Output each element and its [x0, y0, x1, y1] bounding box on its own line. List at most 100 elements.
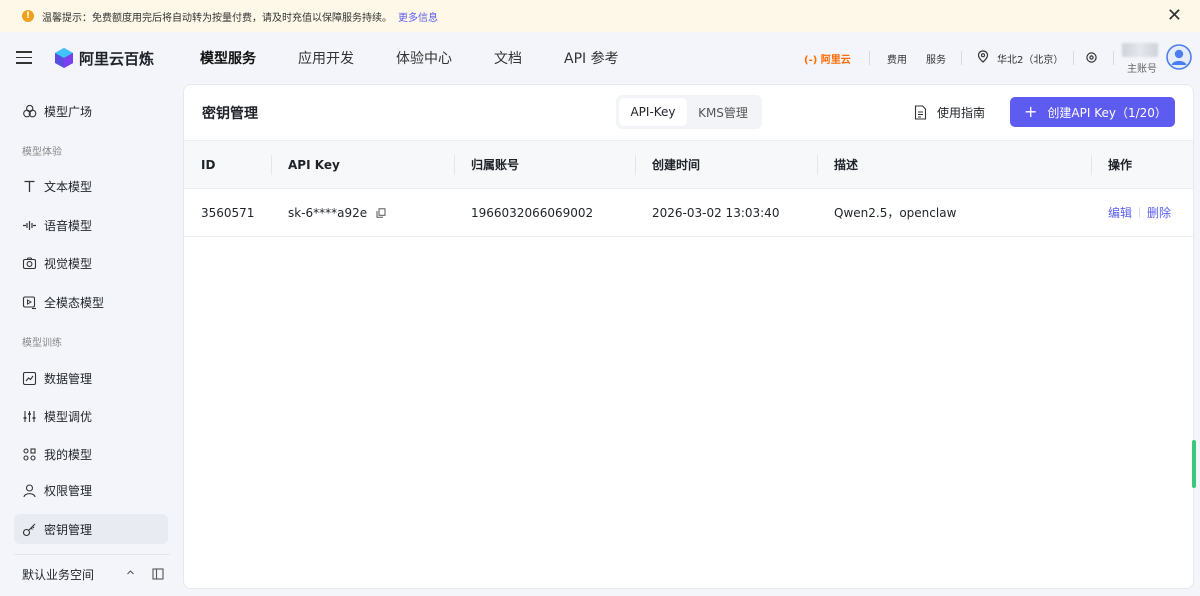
usage-guide-link[interactable]: 使用指南	[914, 104, 985, 121]
text-icon	[24, 180, 35, 192]
sidebar-item-data-management[interactable]: 数据管理	[14, 363, 168, 393]
copy-icon[interactable]	[376, 207, 386, 218]
divider	[1113, 51, 1114, 65]
api-key-value: sk-6****a92e	[288, 205, 368, 220]
avatar[interactable]	[1166, 44, 1192, 70]
column-header-description: 描述	[817, 140, 1091, 189]
sidebar-item-label: 权限管理	[44, 483, 93, 498]
divider	[961, 51, 962, 65]
billing-link[interactable]: 费用	[887, 51, 907, 66]
sidebar-item-model-tuning[interactable]: 模型调优	[14, 401, 168, 431]
sidebar-item-permissions[interactable]: 权限管理	[14, 475, 168, 505]
chart-icon	[22, 371, 37, 385]
sidebar-item-key-management[interactable]: 密钥管理	[14, 514, 168, 544]
key-management-panel: 密钥管理 API-Key KMS管理 使用指南 + 创建API Key（1/20…	[183, 84, 1194, 589]
account-type-label: 主账号	[1127, 64, 1157, 75]
edit-link[interactable]: 编辑	[1108, 206, 1132, 220]
sidebar-item-voice-model[interactable]: 语音模型	[14, 210, 168, 240]
aliyun-brand-text: 阿里云	[820, 55, 851, 66]
sidebar-group-experience: 模型体验	[22, 147, 62, 158]
table-row: 3560571 sk-6****a92e 1966032066069002 20…	[184, 188, 1193, 237]
grid-nodes-icon	[23, 447, 36, 461]
divider	[14, 554, 170, 555]
menu-icon[interactable]	[16, 51, 32, 64]
cell-api-key: sk-6****a92e	[271, 188, 454, 237]
region-selector[interactable]: 华北2（北京）	[997, 51, 1063, 66]
waveform-icon	[23, 220, 36, 230]
location-icon	[977, 50, 989, 63]
camera-icon	[22, 256, 37, 269]
sidebar-item-model-plaza[interactable]: 模型广场	[14, 96, 168, 126]
nav-app-dev[interactable]: 应用开发	[298, 48, 354, 68]
sidebar-item-label: 语音模型	[44, 218, 93, 233]
nav-api-reference[interactable]: API 参考	[564, 48, 619, 68]
divider	[869, 51, 870, 65]
sidebar-item-omni-model[interactable]: 全模态模型	[14, 287, 168, 317]
delete-link[interactable]: 删除	[1147, 206, 1171, 220]
sidebar-item-vision-model[interactable]: 视觉模型	[14, 248, 168, 278]
user-icon	[23, 483, 36, 497]
sidebar-group-training: 模型训练	[22, 338, 62, 349]
column-header-label: API Key	[288, 157, 340, 172]
nav-experience-center[interactable]: 体验中心	[396, 48, 452, 68]
column-header-label: 归属账号	[471, 158, 520, 172]
notice-text: 温馨提示：免费额度用完后将自动转为按量付费，请及时充值以保障服务持续。	[42, 12, 392, 24]
cell-description: Qwen2.5，openclaw	[817, 188, 1091, 237]
sidebar-item-label: 密钥管理	[44, 522, 93, 537]
cell-id: 3560571	[184, 188, 271, 237]
sidebar-item-my-models[interactable]: 我的模型	[14, 439, 168, 469]
warning-icon: !	[22, 10, 34, 22]
bailian-logo-icon	[55, 48, 73, 68]
divider	[1139, 207, 1141, 218]
tab-switcher: API-Key KMS管理	[616, 95, 762, 129]
page-title: 密钥管理	[202, 106, 258, 122]
chevron-up-icon[interactable]	[126, 568, 135, 577]
column-header-actions: 操作	[1091, 140, 1193, 189]
create-api-key-button[interactable]: + 创建API Key（1/20）	[1010, 97, 1175, 127]
column-header-id: ID	[184, 140, 271, 189]
tab-kms[interactable]: KMS管理	[687, 98, 759, 126]
logo-text[interactable]: 阿里云百炼	[79, 48, 154, 69]
column-header-api-key: API Key	[271, 140, 454, 189]
sidebar-item-label: 文本模型	[44, 179, 93, 194]
sliders-icon	[23, 410, 36, 422]
column-header-label: 操作	[1108, 158, 1133, 172]
document-icon	[914, 105, 927, 120]
column-header-label: 描述	[834, 158, 859, 172]
api-key-table: ID API Key 归属账号 创建时间 描述 操作 3560571 sk-6*…	[184, 140, 1193, 237]
sidebar-item-text-model[interactable]: 文本模型	[14, 171, 168, 201]
service-link[interactable]: 服务	[926, 51, 946, 66]
account-name-blurred	[1122, 43, 1158, 57]
column-header-label: 创建时间	[652, 158, 701, 172]
scrollbar-thumb[interactable]	[1192, 440, 1196, 488]
divider	[1073, 51, 1074, 65]
aliyun-brand[interactable]: (-) 阿里云	[804, 51, 851, 66]
sidebar: 模型广场 模型体验 文本模型 语音模型 视觉模型 全模态模型 模型训练 数据管理…	[0, 84, 183, 596]
close-icon[interactable]: ✕	[1167, 7, 1182, 25]
sidebar-item-label: 视觉模型	[44, 256, 93, 271]
column-header-account: 归属账号	[454, 140, 635, 189]
sidebar-item-label: 模型调优	[44, 409, 93, 424]
collapse-sidebar-icon[interactable]	[152, 568, 164, 580]
cell-created: 2026-03-02 13:03:40	[635, 188, 817, 237]
top-nav: 模型服务 应用开发 体验中心 文档 API 参考	[200, 48, 661, 68]
tab-api-key[interactable]: API-Key	[619, 98, 687, 126]
nav-docs[interactable]: 文档	[494, 48, 522, 68]
sidebar-item-label: 数据管理	[44, 371, 93, 386]
cell-account: 1966032066069002	[454, 188, 635, 237]
nav-model-service[interactable]: 模型服务	[200, 48, 256, 68]
key-icon	[22, 523, 36, 536]
sidebar-item-label: 我的模型	[44, 447, 93, 462]
sidebar-item-label: 模型广场	[44, 104, 93, 119]
notice-more-link[interactable]: 更多信息	[398, 9, 438, 24]
shapes-icon	[23, 104, 37, 117]
top-header: 阿里云百炼 模型服务 应用开发 体验中心 文档 API 参考 (-) 阿里云 费…	[0, 32, 1200, 84]
sidebar-item-label: 全模态模型	[44, 295, 105, 310]
workspace-selector[interactable]: 默认业务空间	[22, 566, 94, 583]
notice-bar: ! 温馨提示：免费额度用完后将自动转为按量付费，请及时充值以保障服务持续。 更多…	[0, 0, 1200, 32]
cell-actions: 编辑 删除	[1091, 188, 1193, 237]
table-header-row: ID API Key 归属账号 创建时间 描述 操作	[184, 140, 1193, 189]
column-header-label: ID	[201, 157, 216, 172]
plus-icon: +	[1024, 102, 1038, 121]
settings-icon[interactable]	[1085, 51, 1098, 64]
